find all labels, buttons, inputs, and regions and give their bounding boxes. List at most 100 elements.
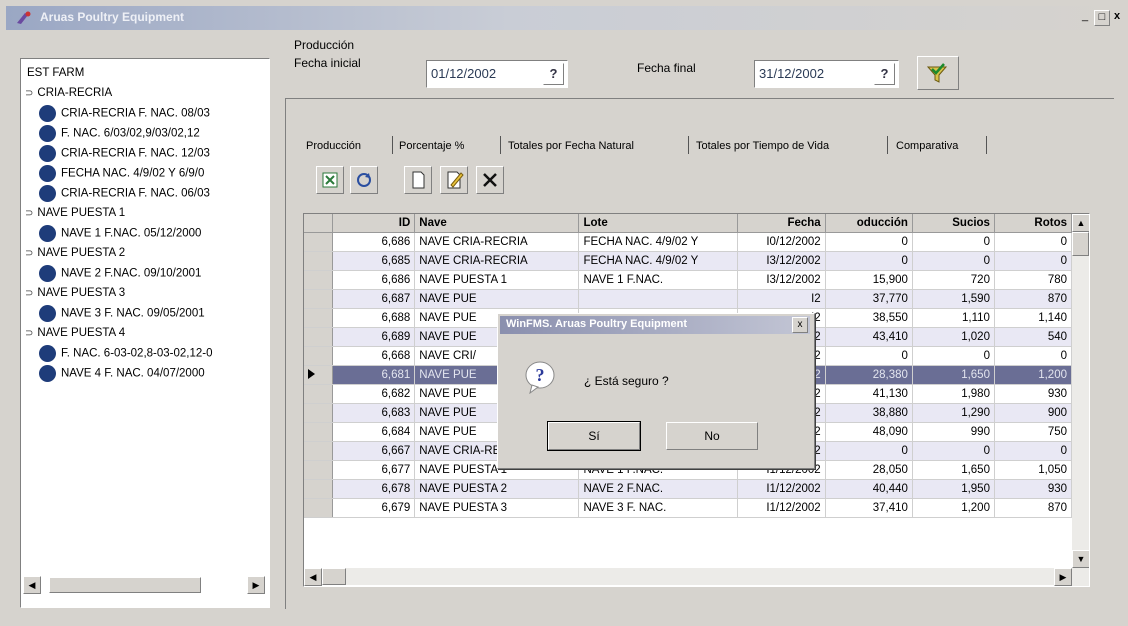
tab-comparativa[interactable]: Comparativa [896, 136, 958, 156]
table-row[interactable]: 6,686 NAVE CRIA-RECRIA FECHA NAC. 4/9/02 Y… [304, 232, 1073, 252]
table-row[interactable]: 6,685 NAVE CRIA-RECRIA FECHA NAC. 4/9/02 Y… [304, 251, 1073, 271]
table-cell[interactable]: 0 [912, 346, 995, 366]
column-header-produccion[interactable]: oducción [825, 214, 913, 233]
start-date-help-icon[interactable]: ? [543, 63, 564, 85]
table-cell[interactable]: 1,140 [994, 308, 1073, 328]
table-cell[interactable]: 0 [994, 251, 1073, 271]
edit-record-button[interactable] [440, 166, 468, 194]
row-selector[interactable] [304, 308, 334, 328]
table-cell[interactable]: FECHA NAC. 4/9/02 Y [578, 232, 739, 252]
close-button[interactable]: x [1110, 10, 1124, 24]
table-cell[interactable]: 38,550 [825, 308, 913, 328]
tree-leaf-item[interactable]: NAVE 2 F.NAC. 09/10/2001 [39, 265, 201, 282]
table-cell[interactable]: NAVE PUE [414, 289, 580, 309]
table-cell[interactable]: 0 [825, 441, 913, 461]
tree-folder-item[interactable]: ⊃ NAVE PUESTA 2 [25, 245, 125, 262]
tree-folder-item[interactable]: ⊃ NAVE PUESTA 1 [25, 205, 125, 222]
column-header-nave[interactable]: Nave [414, 214, 580, 233]
table-cell[interactable]: NAVE 3 F. NAC. [578, 498, 739, 518]
row-selector[interactable] [304, 441, 334, 461]
table-cell[interactable]: 0 [994, 232, 1073, 252]
row-selector[interactable] [304, 270, 334, 290]
table-cell[interactable]: 1,200 [994, 365, 1073, 385]
row-selector[interactable] [304, 403, 334, 423]
table-cell[interactable]: 1,980 [912, 384, 995, 404]
table-cell[interactable]: 930 [994, 384, 1073, 404]
table-cell[interactable]: 6,667 [332, 441, 416, 461]
grid-horizontal-scrollbar[interactable]: ◀ ▶ [304, 568, 1072, 586]
table-cell[interactable]: 1,950 [912, 479, 995, 499]
export-excel-button[interactable] [316, 166, 344, 194]
table-cell[interactable]: NAVE PUESTA 1 [414, 270, 580, 290]
row-selector[interactable] [304, 232, 334, 252]
table-cell[interactable]: 900 [994, 403, 1073, 423]
tree-leaf-item[interactable]: FECHA NAC. 4/9/02 Y 6/9/0 [39, 165, 204, 182]
table-cell[interactable]: 38,880 [825, 403, 913, 423]
table-cell[interactable]: 48,090 [825, 422, 913, 442]
table-cell[interactable]: I3/12/2002 [737, 270, 826, 290]
table-cell[interactable]: 28,050 [825, 460, 913, 480]
table-cell[interactable]: 1,290 [912, 403, 995, 423]
delete-record-button[interactable] [476, 166, 504, 194]
end-date-help-icon[interactable]: ? [874, 63, 895, 85]
maximize-button[interactable]: □ [1094, 10, 1110, 26]
table-cell[interactable]: NAVE PUESTA 3 [414, 498, 580, 518]
row-selector[interactable] [304, 346, 334, 366]
table-cell[interactable]: 6,688 [332, 308, 416, 328]
row-selector[interactable] [304, 479, 334, 499]
row-selector[interactable] [304, 460, 334, 480]
table-cell[interactable]: 6,685 [332, 251, 416, 271]
table-cell[interactable]: 6,683 [332, 403, 416, 423]
tree-leaf-item[interactable]: CRIA-RECRIA F. NAC. 06/03 [39, 185, 210, 202]
grid-scroll-down-arrow[interactable]: ▼ [1072, 550, 1089, 568]
tab-totales-fecha-natural[interactable]: Totales por Fecha Natural [508, 136, 634, 156]
grid-scroll-right-arrow[interactable]: ▶ [1054, 568, 1072, 586]
table-cell[interactable]: 6,681 [332, 365, 416, 385]
table-cell[interactable]: I1/12/2002 [737, 479, 826, 499]
table-cell[interactable]: 870 [994, 289, 1073, 309]
table-cell[interactable]: 0 [912, 251, 995, 271]
table-cell[interactable]: 41,130 [825, 384, 913, 404]
grid-scroll-thumb[interactable] [1072, 232, 1089, 256]
new-record-button[interactable] [404, 166, 432, 194]
tree-folder-item[interactable]: ⊃ NAVE PUESTA 3 [25, 285, 125, 302]
row-selector[interactable] [304, 365, 334, 385]
table-cell[interactable]: 1,200 [912, 498, 995, 518]
table-cell[interactable]: 1,590 [912, 289, 995, 309]
table-cell[interactable]: 6,689 [332, 327, 416, 347]
table-cell[interactable]: 1,650 [912, 460, 995, 480]
table-cell[interactable]: NAVE 1 F.NAC. [578, 270, 739, 290]
column-header-lote[interactable]: Lote [578, 214, 739, 233]
table-row[interactable]: 6,679 NAVE PUESTA 3 NAVE 3 F. NAC. I1/12/20… [304, 498, 1073, 518]
table-row[interactable]: 6,678 NAVE PUESTA 2 NAVE 2 F.NAC. I1/12/200… [304, 479, 1073, 499]
tab-produccion[interactable]: Producción [306, 136, 361, 156]
table-cell[interactable]: 6,684 [332, 422, 416, 442]
table-cell[interactable] [578, 289, 739, 309]
table-cell[interactable]: 1,020 [912, 327, 995, 347]
table-cell[interactable]: 1,050 [994, 460, 1073, 480]
column-header-sucios[interactable]: Sucios [912, 214, 995, 233]
tree-leaf-item[interactable]: F. NAC. 6/03/02,9/03/02,12 [39, 125, 200, 142]
table-cell[interactable]: I1/12/2002 [737, 498, 826, 518]
table-cell[interactable]: 6,686 [332, 270, 416, 290]
table-cell[interactable]: 6,687 [332, 289, 416, 309]
tree-leaf-item[interactable]: NAVE 3 F. NAC. 09/05/2001 [39, 305, 205, 322]
table-cell[interactable]: I0/12/2002 [737, 232, 826, 252]
apply-filter-button[interactable] [917, 56, 959, 90]
table-cell[interactable]: 750 [994, 422, 1073, 442]
tree-leaf-item[interactable]: CRIA-RECRIA F. NAC. 12/03 [39, 145, 210, 162]
row-selector[interactable] [304, 422, 334, 442]
table-cell[interactable]: 930 [994, 479, 1073, 499]
table-cell[interactable]: 990 [912, 422, 995, 442]
dialog-close-button[interactable]: x [792, 317, 808, 333]
row-selector[interactable] [304, 251, 334, 271]
grid-h-scroll-thumb[interactable] [322, 568, 346, 585]
column-header-rotos[interactable]: Rotos [994, 214, 1073, 233]
tree-scroll-right-arrow[interactable]: ▶ [247, 576, 265, 594]
table-cell[interactable]: 1,110 [912, 308, 995, 328]
tree-root[interactable]: EST FARM [27, 65, 84, 82]
start-date-field[interactable]: 01/12/2002 ? [426, 60, 568, 88]
table-cell[interactable]: 0 [825, 346, 913, 366]
table-cell[interactable]: NAVE 2 F.NAC. [578, 479, 739, 499]
table-cell[interactable]: 0 [825, 251, 913, 271]
